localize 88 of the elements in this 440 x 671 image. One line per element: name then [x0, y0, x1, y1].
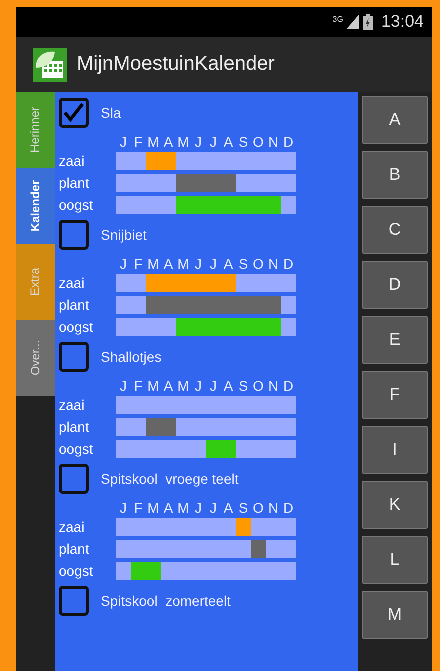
month-label: N — [267, 378, 280, 394]
row-label: plant — [59, 541, 90, 557]
side-tab[interactable]: Over... — [16, 320, 55, 396]
row-label: oogst — [59, 319, 94, 335]
month-label: O — [252, 256, 265, 272]
month-label: A — [222, 500, 234, 516]
month-label: M — [146, 500, 160, 516]
month-label: M — [146, 256, 160, 272]
letter-button[interactable]: K — [362, 481, 428, 529]
month-label: O — [252, 378, 265, 394]
month-label: A — [222, 256, 234, 272]
month-label: F — [133, 378, 144, 394]
row-label: plant — [59, 175, 90, 191]
checkbox[interactable] — [59, 342, 89, 372]
checkbox[interactable] — [59, 220, 89, 250]
month-label: D — [282, 134, 295, 150]
row-label: zaai — [59, 275, 86, 291]
month-label: N — [267, 256, 280, 272]
month-label: M — [146, 134, 160, 150]
month-label: S — [238, 500, 250, 516]
month-label: F — [133, 256, 144, 272]
month-label: J — [209, 378, 218, 394]
letter-button[interactable]: B — [362, 151, 428, 199]
checkbox[interactable] — [59, 464, 89, 494]
battery-icon — [363, 14, 374, 30]
month-label: J — [194, 134, 203, 150]
month-label: A — [222, 134, 234, 150]
month-label: M — [176, 256, 190, 272]
month-label: J — [119, 500, 128, 516]
clock: 13:04 — [381, 12, 424, 32]
month-label: M — [176, 378, 190, 394]
month-label: J — [209, 134, 218, 150]
month-label: O — [252, 134, 265, 150]
crop-name: Snijbiet — [101, 227, 147, 243]
letter-button[interactable]: E — [362, 316, 428, 364]
crop-name: Shallotjes — [101, 349, 162, 365]
month-label: A — [162, 378, 174, 394]
crop-name: Spitskool vroege teelt — [101, 471, 239, 487]
month-label: J — [119, 378, 128, 394]
month-label: N — [267, 500, 280, 516]
month-label: N — [267, 134, 280, 150]
month-label: J — [194, 500, 203, 516]
network-label: 3G — [332, 15, 344, 24]
row-label: oogst — [59, 563, 94, 579]
month-label: D — [282, 256, 295, 272]
month-label: S — [238, 378, 250, 394]
month-label: M — [176, 500, 190, 516]
row-label: oogst — [59, 441, 94, 457]
letter-button[interactable]: M — [362, 591, 428, 639]
month-label: M — [146, 378, 160, 394]
row-label: zaai — [59, 153, 86, 169]
month-label: A — [162, 134, 174, 150]
month-label: J — [119, 256, 128, 272]
calendar-leaf-icon — [33, 48, 67, 82]
month-label: S — [238, 134, 250, 150]
month-label: J — [209, 500, 218, 516]
month-label: A — [162, 256, 174, 272]
month-label: J — [209, 256, 218, 272]
letter-button[interactable]: F — [362, 371, 428, 419]
letter-button[interactable]: D — [362, 261, 428, 309]
month-label: S — [238, 256, 250, 272]
row-label: zaai — [59, 397, 86, 413]
month-label: J — [194, 378, 203, 394]
letter-button[interactable]: I — [362, 426, 428, 474]
row-label: zaai — [59, 519, 86, 535]
month-label: O — [252, 500, 265, 516]
letter-button[interactable]: C — [362, 206, 428, 254]
month-label: D — [282, 378, 295, 394]
checkbox[interactable] — [59, 98, 89, 128]
month-label: A — [222, 378, 234, 394]
month-label: F — [133, 134, 144, 150]
crop-name: Spitskool zomerteelt — [101, 593, 231, 609]
month-label: F — [133, 500, 144, 516]
checkbox[interactable] — [59, 586, 89, 616]
letter-button[interactable]: A — [362, 96, 428, 144]
month-label: D — [282, 500, 295, 516]
month-label: A — [162, 500, 174, 516]
row-label: plant — [59, 297, 90, 313]
signal-icon — [347, 15, 360, 29]
month-label: J — [194, 256, 203, 272]
row-label: plant — [59, 419, 90, 435]
month-label: M — [176, 134, 190, 150]
side-tab[interactable]: Kalender — [16, 168, 55, 244]
app-title: MijnMoestuinKalender — [77, 53, 275, 76]
crop-name: Sla — [101, 105, 122, 121]
letter-button[interactable]: L — [362, 536, 428, 584]
row-label: oogst — [59, 197, 94, 213]
month-label: J — [119, 134, 128, 150]
